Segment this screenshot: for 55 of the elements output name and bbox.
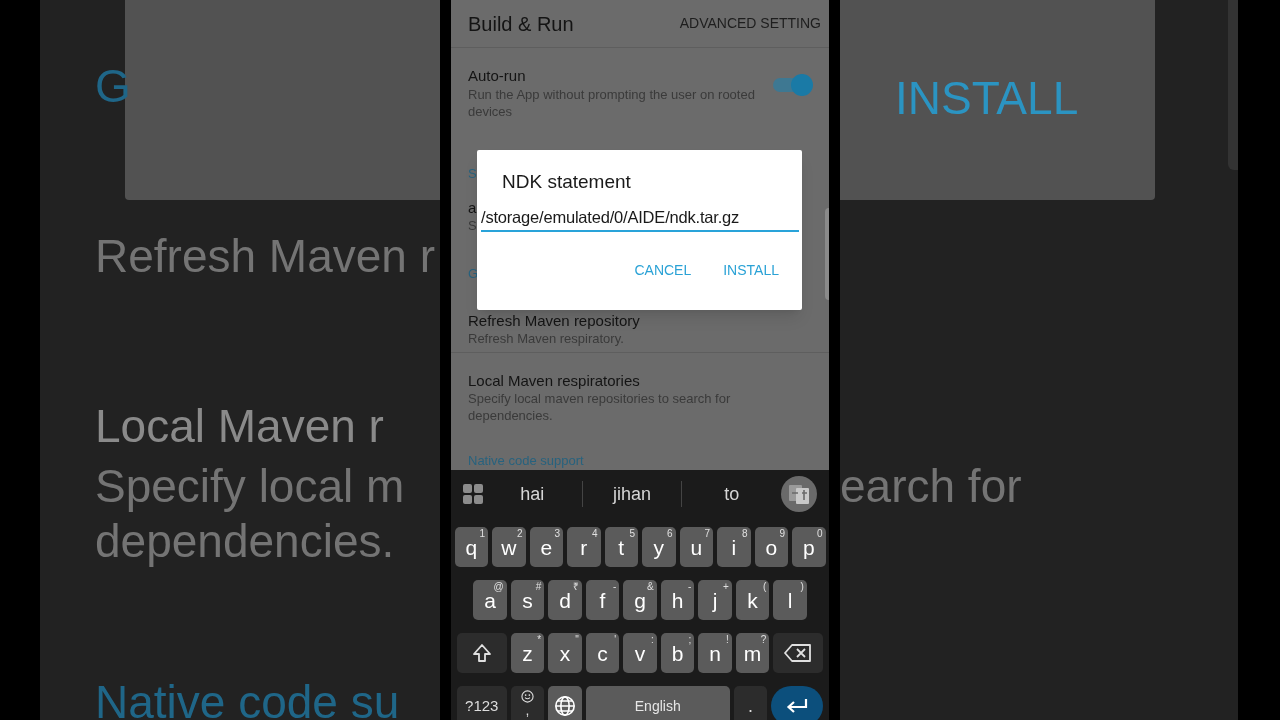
suggestion[interactable]: to xyxy=(682,480,781,508)
enter-key[interactable] xyxy=(771,686,824,720)
section-header: Native code su xyxy=(95,676,400,720)
key[interactable]: n ! xyxy=(698,633,732,673)
key[interactable]: t 5 xyxy=(604,527,638,567)
app-title: Build & Run xyxy=(468,11,574,37)
setting-summary: earch for xyxy=(840,460,1022,512)
key[interactable]: g & xyxy=(623,580,657,620)
suggestion[interactable]: hai xyxy=(483,480,582,508)
shift-key[interactable] xyxy=(456,633,507,673)
key[interactable]: i 8 xyxy=(717,527,751,567)
section-header: G xyxy=(95,60,131,112)
key[interactable]: b ; xyxy=(660,633,695,673)
apps-grid-icon[interactable] xyxy=(463,484,483,504)
section-header: G xyxy=(468,266,479,282)
button-label: INSTALL xyxy=(895,72,1079,124)
globe-icon xyxy=(554,695,576,717)
key[interactable]: j + xyxy=(698,580,732,620)
key[interactable]: k ( xyxy=(735,580,770,620)
setting-title: Local Maven respiratories xyxy=(468,371,640,390)
emoji-icon xyxy=(521,690,534,703)
setting-summary: Specify local m xyxy=(95,460,405,512)
dialog-title: NDK statement xyxy=(502,170,631,194)
translate-icon[interactable] xyxy=(781,476,817,512)
key[interactable]: r 4 xyxy=(567,527,601,567)
language-key[interactable] xyxy=(548,686,582,720)
enter-icon xyxy=(785,697,810,715)
key[interactable]: m ? xyxy=(735,633,770,673)
setting-summary: Refresh Maven r xyxy=(95,230,435,282)
key[interactable]: h - xyxy=(660,580,695,620)
key[interactable]: s # xyxy=(510,580,545,620)
key[interactable]: f - xyxy=(585,580,620,620)
suggestion[interactable]: jihan xyxy=(582,480,682,508)
setting-summary: dependencies. xyxy=(95,515,395,567)
symbols-key[interactable]: ?123 xyxy=(456,686,507,720)
section-header: S xyxy=(468,166,477,182)
key[interactable]: l ) xyxy=(773,580,807,620)
path-input-field[interactable]: /storage/emulated/0/AIDE/ndk.tar.gz xyxy=(481,204,799,232)
space-bar[interactable]: English xyxy=(585,686,730,720)
key[interactable]: x " xyxy=(548,633,582,673)
key[interactable]: a @ xyxy=(473,580,507,620)
setting-title: a xyxy=(468,198,477,217)
shift-icon xyxy=(471,643,492,663)
backspace-icon xyxy=(784,643,813,663)
setting-title: Refresh Maven repository xyxy=(468,311,640,330)
comma-key[interactable]: , xyxy=(510,686,545,720)
key[interactable]: v : xyxy=(623,633,657,673)
key[interactable]: c ' xyxy=(585,633,620,673)
backspace-key[interactable] xyxy=(773,633,824,673)
setting-title: Auto-run xyxy=(468,66,527,86)
section-header: Native code support xyxy=(468,453,584,469)
setting-title: Local Maven r xyxy=(95,400,384,452)
key[interactable]: d ₹ xyxy=(548,580,582,620)
key[interactable]: z * xyxy=(510,633,545,673)
period-key[interactable]: . xyxy=(733,686,768,720)
